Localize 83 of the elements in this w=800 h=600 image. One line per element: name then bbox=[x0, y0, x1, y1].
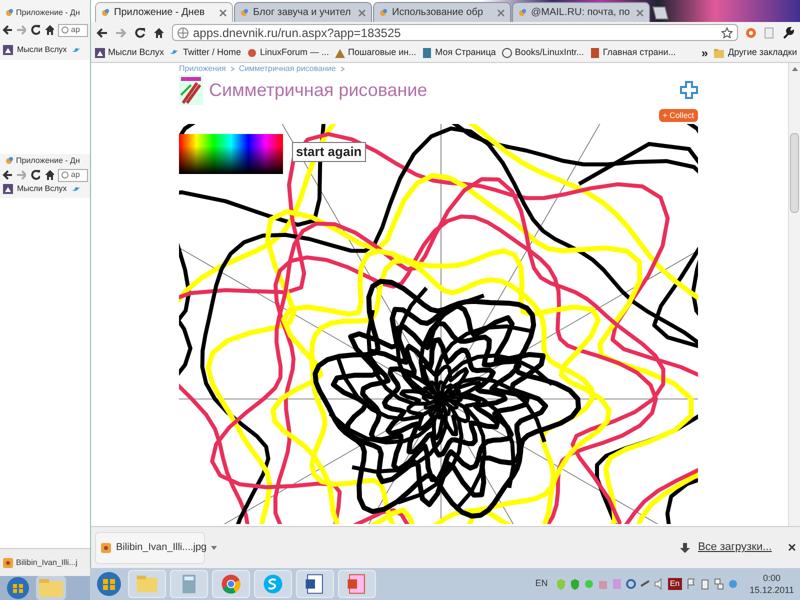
browser-tab[interactable]: Использование обр bbox=[373, 2, 511, 22]
bookmark-link[interactable]: Главная страни... bbox=[588, 46, 676, 60]
scrollbar-thumb[interactable] bbox=[790, 133, 799, 213]
address-field[interactable]: ap bbox=[58, 24, 88, 36]
bookmark-link[interactable]: Мысли Вслух bbox=[2, 183, 67, 195]
favicon-icon bbox=[4, 155, 14, 167]
dropdown-caret-icon bbox=[210, 544, 217, 550]
reload-icon[interactable] bbox=[30, 169, 40, 181]
scroll-up-arrow-icon[interactable] bbox=[790, 65, 798, 73]
battery-icon[interactable] bbox=[700, 578, 710, 590]
word-document-icon[interactable] bbox=[296, 570, 334, 598]
download-item[interactable]: Bilibin_Ivan_Illi...j bbox=[0, 556, 78, 568]
chevron-icon bbox=[230, 66, 235, 72]
wrench-icon[interactable] bbox=[781, 26, 795, 40]
reload-icon[interactable] bbox=[30, 24, 40, 36]
calculator-icon[interactable] bbox=[170, 570, 208, 598]
scrollbar[interactable] bbox=[788, 63, 800, 526]
close-icon[interactable] bbox=[635, 8, 645, 18]
clock-date: 15.12.2011 bbox=[750, 584, 794, 596]
favicon-icon bbox=[517, 6, 527, 18]
app-icon bbox=[179, 75, 203, 105]
shield-icon[interactable] bbox=[570, 578, 580, 590]
clock-time: 0:00 bbox=[763, 572, 781, 584]
start-orb-icon[interactable] bbox=[94, 570, 124, 598]
speaker-icon[interactable] bbox=[654, 578, 664, 590]
more-bookmarks-button[interactable]: » bbox=[701, 44, 708, 62]
bookmark-favicon-icon bbox=[94, 46, 106, 58]
new-tab-icon[interactable] bbox=[651, 6, 669, 20]
bird-icon bbox=[70, 45, 81, 55]
reload-icon[interactable] bbox=[134, 26, 146, 38]
favicon-icon bbox=[4, 7, 14, 19]
bookmark-link[interactable]: LinuxForum — ... bbox=[246, 46, 330, 60]
start-again-button[interactable]: start again bbox=[292, 142, 366, 162]
close-icon[interactable] bbox=[357, 8, 367, 18]
bookmark-favicon-icon bbox=[500, 46, 513, 58]
browser-tab[interactable]: Блог завуча и учител bbox=[234, 2, 372, 22]
bird-icon bbox=[70, 184, 81, 194]
back-arrow-icon[interactable] bbox=[2, 24, 12, 36]
home-icon[interactable] bbox=[44, 24, 54, 36]
back-arrow-icon[interactable] bbox=[2, 169, 12, 181]
favicon-icon bbox=[239, 6, 249, 18]
start-orb-icon[interactable] bbox=[4, 576, 32, 600]
bookmark-favicon-icon bbox=[588, 46, 601, 58]
bookmark-link[interactable]: Books/LinuxIntr... bbox=[500, 46, 584, 60]
folder-icon bbox=[713, 46, 726, 58]
clock[interactable]: 0:00 15.12.2011 bbox=[750, 572, 794, 596]
browser-tab[interactable]: Приложение - Днев bbox=[95, 2, 233, 22]
browser-tab[interactable]: @MAIL.RU: почта, по bbox=[512, 2, 650, 22]
flag-icon[interactable] bbox=[686, 578, 696, 590]
bookmark-link[interactable]: Мысли Вслух bbox=[94, 46, 164, 60]
bookmark-link[interactable]: Мысли Вслух bbox=[2, 44, 67, 56]
close-icon[interactable] bbox=[496, 8, 506, 18]
image-file-icon bbox=[2, 556, 14, 568]
tray-app-badge[interactable]: En bbox=[668, 578, 682, 590]
bookmark-link[interactable]: Моя Страница bbox=[421, 46, 496, 60]
chrome-icon[interactable] bbox=[212, 570, 250, 598]
color-picker[interactable] bbox=[179, 134, 283, 174]
home-icon[interactable] bbox=[153, 26, 165, 38]
plus-icon[interactable] bbox=[678, 79, 700, 101]
close-download-bar-button[interactable]: × bbox=[788, 537, 796, 558]
close-icon[interactable] bbox=[218, 8, 228, 18]
address-field[interactable]: apps.dnevnik.ru/run.aspx?app=183525 bbox=[172, 24, 738, 41]
language-indicator[interactable]: EN bbox=[535, 577, 548, 591]
chevron-icon bbox=[340, 66, 345, 72]
download-arrow-icon bbox=[680, 542, 690, 554]
home-icon[interactable] bbox=[44, 169, 54, 181]
bookmark-favicon-icon bbox=[421, 46, 434, 58]
bookmark-favicon-icon bbox=[334, 46, 346, 58]
favicon-icon bbox=[100, 6, 110, 18]
back-arrow-icon[interactable] bbox=[96, 26, 108, 38]
bookmark-link[interactable]: Twitter / Home bbox=[169, 46, 242, 60]
bookmark-link[interactable]: Пошаговые ин... bbox=[334, 46, 416, 60]
forward-arrow-icon[interactable] bbox=[115, 26, 127, 38]
bookmark-favicon-icon bbox=[246, 46, 258, 58]
address-field[interactable]: ap bbox=[58, 168, 88, 182]
image-file-icon bbox=[100, 542, 112, 554]
drawing-canvas[interactable]: start again bbox=[179, 124, 698, 524]
page-title: Симметричная рисование bbox=[209, 78, 428, 102]
star-icon[interactable] bbox=[721, 26, 733, 38]
all-downloads-link[interactable]: Все загрузки... bbox=[698, 539, 772, 556]
presentation-icon[interactable] bbox=[338, 570, 376, 598]
bookmark-folder[interactable]: Другие закладки bbox=[713, 46, 797, 60]
favicon-icon bbox=[378, 6, 388, 18]
